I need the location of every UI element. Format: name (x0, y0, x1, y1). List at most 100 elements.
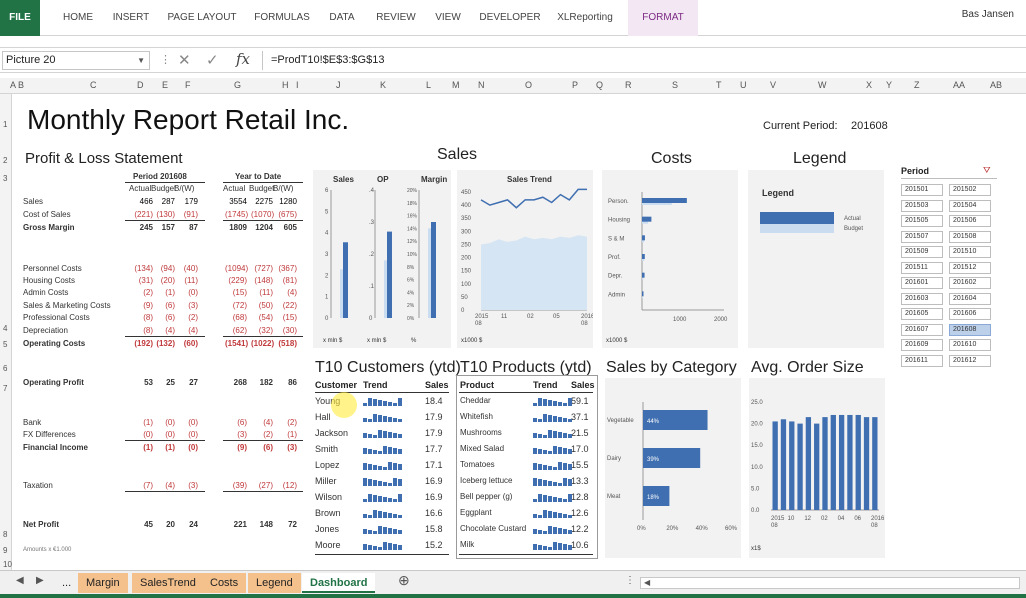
column-header-S[interactable]: S (672, 80, 678, 90)
legend-panel[interactable]: Legend Actual Budget (748, 170, 884, 348)
column-header-AA[interactable]: AA (953, 80, 965, 90)
tab-review[interactable]: REVIEW (372, 0, 420, 36)
current-period-value[interactable]: 201608 (851, 120, 888, 132)
name-box[interactable]: Picture 20 ▼ (2, 51, 150, 70)
column-header-O[interactable]: O (525, 80, 532, 90)
user-name[interactable]: Bas Jansen (962, 9, 1014, 20)
column-header-B[interactable]: B (18, 80, 24, 90)
slicer-item-201504[interactable]: 201504 (949, 199, 991, 212)
column-header-R[interactable]: R (625, 80, 632, 90)
tab-data[interactable]: DATA (322, 0, 362, 36)
avg-order-size-panel[interactable]: 25.0 20.0 15.0 10.0 5.0 0.0 2015 08 10 12 02 04 06 20… (749, 378, 885, 558)
slicer-item-201505[interactable]: 201505 (901, 215, 943, 227)
row-header-3[interactable]: 3 (3, 174, 7, 183)
tab-costs[interactable]: Costs (202, 573, 247, 593)
slicer-item-201601[interactable]: 201601 (901, 277, 943, 289)
function-icon[interactable]: fx (236, 50, 250, 68)
slicer-item-201607[interactable]: 201607 (901, 323, 943, 336)
column-header-G[interactable]: G (234, 80, 241, 90)
sales-trend-panel[interactable]: Sales Trend 450 400 350 300 250 200 150 100 50 0 20… (457, 170, 595, 348)
tab-insert[interactable]: INSERT (108, 0, 154, 36)
clear-filter-icon[interactable]: ⛛ (983, 165, 991, 176)
column-header-V[interactable]: V (770, 80, 776, 90)
sales-kpi-panel[interactable]: Sales 6 5 4 3 2 1 0 x mln $ OP .4 .3 .2 .1 0 x mln $ Mar… (313, 170, 451, 348)
slicer-item-201511[interactable]: 201511 (901, 261, 943, 274)
slicer-item-201507[interactable]: 201507 (901, 230, 943, 243)
column-header-Y[interactable]: Y (886, 80, 892, 90)
horizontal-scrollbar[interactable]: ◀ (640, 577, 1020, 589)
column-header-M[interactable]: M (452, 80, 460, 90)
row-header-9[interactable]: 9 (3, 546, 7, 555)
sales-by-category-panel[interactable]: Vegetable 44% Dairy 39% Meat 18% 0% 20% 40% 60% (605, 378, 741, 558)
column-header-J[interactable]: J (336, 80, 341, 90)
column-header-H[interactable]: H (282, 80, 289, 90)
slicer-item-201609[interactable]: 201609 (901, 339, 943, 351)
worksheet[interactable]: Monthly Report Retail Inc. Current Perio… (13, 94, 1026, 570)
column-header-AB[interactable]: AB (990, 80, 1002, 90)
row-header-6[interactable]: 6 (3, 364, 7, 373)
t10-products-table[interactable]: Product Trend Sales Cheddar 59.1 Whitefish 37.… (456, 375, 598, 559)
column-header-T[interactable]: T (716, 80, 722, 90)
add-sheet-icon[interactable]: ⊕ (398, 572, 410, 589)
tab-format[interactable]: FORMAT (628, 0, 698, 36)
cancel-icon[interactable]: ✕ (178, 51, 191, 69)
next-sheet-icon[interactable]: ▶ (36, 575, 44, 586)
row-header-7[interactable]: 7 (3, 384, 7, 393)
scroll-left-icon[interactable]: ◀ (644, 578, 650, 587)
chevron-down-icon[interactable]: ▼ (137, 52, 145, 69)
column-header-D[interactable]: D (137, 80, 144, 90)
period-slicer[interactable]: Period ⛛ 201501 201502 201503 201504 201505 2… (899, 164, 1003, 374)
slicer-item-201512[interactable]: 201512 (949, 261, 991, 274)
tab-more[interactable]: ... (54, 573, 79, 593)
column-header-C[interactable]: C (90, 80, 97, 90)
slicer-item-201508[interactable]: 201508 (949, 230, 991, 243)
tab-home[interactable]: HOME (55, 0, 101, 36)
row-header-4[interactable]: 4 (3, 324, 7, 333)
enter-icon[interactable]: ✓ (206, 51, 219, 69)
tab-view[interactable]: VIEW (428, 0, 468, 36)
row-header-8[interactable]: 8 (3, 530, 7, 539)
column-header-K[interactable]: K (380, 80, 386, 90)
column-header-U[interactable]: U (740, 80, 747, 90)
tab-xlreporting[interactable]: XLReporting (552, 0, 618, 36)
slicer-item-201605[interactable]: 201605 (901, 308, 943, 320)
column-header-W[interactable]: W (818, 80, 827, 90)
slicer-item-201602[interactable]: 201602 (949, 277, 991, 289)
tab-margin[interactable]: Margin (78, 573, 128, 593)
slicer-item-201612[interactable]: 201612 (949, 354, 991, 367)
tab-page-layout[interactable]: PAGE LAYOUT (162, 0, 242, 36)
row-header-5[interactable]: 5 (3, 340, 7, 349)
slicer-item-201502[interactable]: 201502 (949, 184, 991, 196)
slicer-item-201501[interactable]: 201501 (901, 184, 943, 196)
column-header-F[interactable]: F (185, 80, 191, 90)
formula-input[interactable]: =ProdT10!$E$3:$G$13 (262, 51, 1022, 70)
row-header-1[interactable]: 1 (3, 120, 7, 129)
costs-panel[interactable]: Person. Housing S & M Prof. Depr. Admin 1000 20… (602, 170, 738, 348)
column-header-X[interactable]: X (866, 80, 872, 90)
column-header-Q[interactable]: Q (596, 80, 603, 90)
column-header-Z[interactable]: Z (914, 80, 920, 90)
slicer-item-201604[interactable]: 201604 (949, 292, 991, 305)
tab-formulas[interactable]: FORMULAS (250, 0, 314, 36)
slicer-item-201509[interactable]: 201509 (901, 246, 943, 258)
tab-legend[interactable]: Legend (248, 573, 301, 593)
tab-file[interactable]: FILE (0, 0, 40, 36)
slicer-item-201608[interactable]: 201608 (949, 323, 991, 336)
column-header-L[interactable]: L (426, 80, 431, 90)
slicer-item-201603[interactable]: 201603 (901, 292, 943, 305)
slicer-item-201510[interactable]: 201510 (949, 246, 991, 258)
tab-split-icon[interactable]: ⋮ (625, 575, 635, 586)
slicer-item-201503[interactable]: 201503 (901, 199, 943, 212)
tab-developer[interactable]: DEVELOPER (478, 0, 542, 36)
column-header-A[interactable]: A (10, 80, 16, 90)
slicer-item-201606[interactable]: 201606 (949, 308, 991, 320)
column-header-N[interactable]: N (478, 80, 485, 90)
row-header-10[interactable]: 10 (3, 560, 12, 569)
slicer-item-201610[interactable]: 201610 (949, 339, 991, 351)
column-header-I[interactable]: I (296, 80, 299, 90)
column-header-P[interactable]: P (572, 80, 578, 90)
slicer-item-201506[interactable]: 201506 (949, 215, 991, 227)
column-header-E[interactable]: E (162, 80, 168, 90)
prev-sheet-icon[interactable]: ◀ (16, 575, 24, 586)
tab-dashboard[interactable]: Dashboard (302, 573, 376, 593)
